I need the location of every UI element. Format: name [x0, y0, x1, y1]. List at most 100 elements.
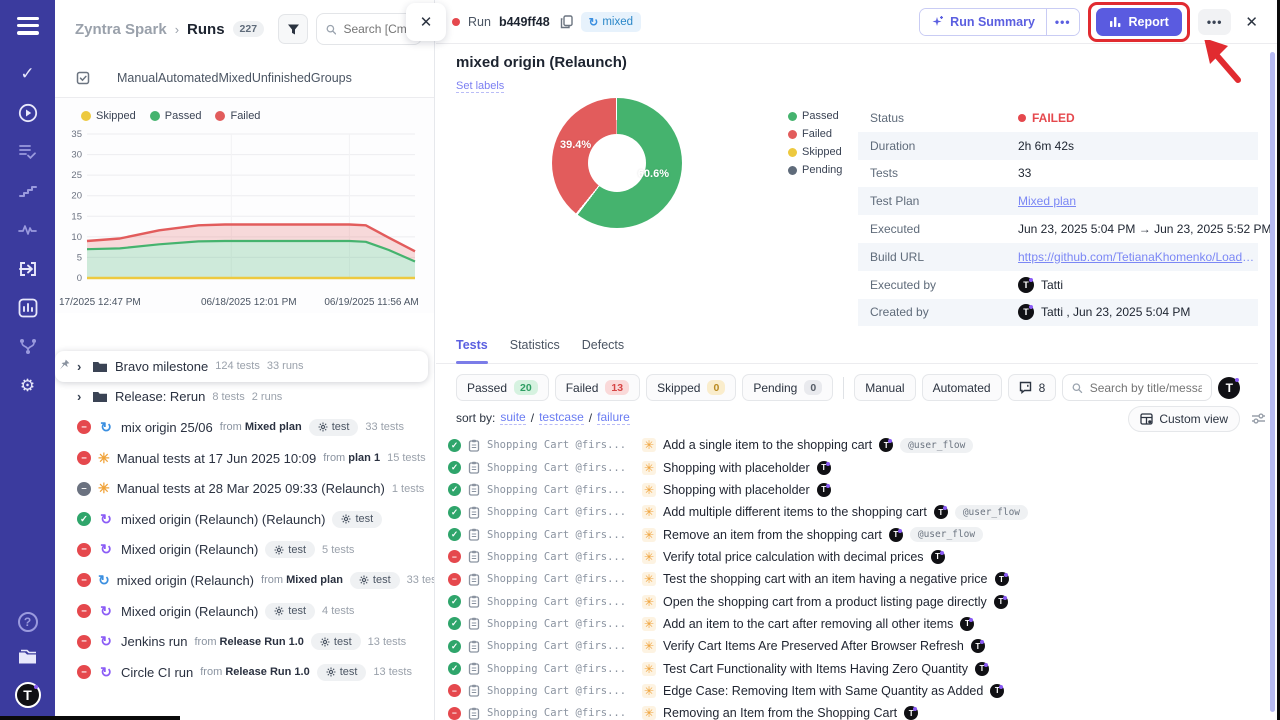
svg-text:20: 20 — [71, 191, 82, 202]
test-status-icon: − — [448, 684, 461, 697]
assignee-avatar[interactable]: T — [1218, 377, 1240, 399]
summary-more-icon[interactable]: ••• — [1046, 9, 1079, 35]
test-title: Test the shopping cart with an item havi… — [663, 572, 988, 586]
test-status-icon: − — [448, 707, 461, 720]
run-list-item[interactable]: › Bravo milestone 124 tests 33 runs — [55, 351, 428, 382]
menu-icon[interactable] — [17, 17, 39, 35]
steps-icon[interactable] — [16, 180, 40, 202]
sort-link-suite[interactable]: suite — [500, 410, 525, 425]
help-icon[interactable]: ? — [18, 612, 38, 632]
run-name: mixed origin (Relaunch) (Relaunch) — [121, 512, 325, 527]
chevron-right-icon[interactable]: › — [77, 389, 85, 404]
tests-search-input[interactable] — [1090, 381, 1203, 395]
view-settings-icon[interactable] — [1251, 412, 1266, 430]
test-row[interactable]: ✓ Shopping Cart @firs... ✳ Shopping with… — [448, 479, 1266, 501]
test-row[interactable]: ✓ Shopping Cart @firs... ✳ Add multiple … — [448, 501, 1266, 523]
run-list-item[interactable]: − ↻ Mixed origin (Relaunch) test 4 tests — [55, 596, 434, 627]
folder-icon[interactable] — [16, 646, 40, 668]
count-badge: 0 — [804, 380, 822, 395]
status-filter-chip[interactable]: Passed 20 — [456, 374, 549, 401]
tests-search[interactable] — [1062, 374, 1212, 401]
detail-tab[interactable]: Defects — [582, 338, 624, 354]
more-options-icon[interactable]: ••• — [1198, 9, 1232, 35]
set-labels-link[interactable]: Set labels — [456, 80, 504, 93]
runs-tab[interactable]: Manual — [117, 71, 158, 85]
legend-dot — [788, 130, 797, 139]
detail-row: Executed by T Tatti — [858, 271, 1258, 299]
status-filter-chip[interactable]: Skipped 0 — [646, 374, 736, 401]
select-all-icon[interactable] — [75, 70, 91, 86]
assignee-avatar: T — [990, 684, 1004, 698]
test-row[interactable]: ✓ Shopping Cart @firs... ✳ Open the shop… — [448, 590, 1266, 612]
run-state-badge[interactable]: ↻ mixed — [581, 12, 641, 32]
runs-tab[interactable]: Groups — [311, 71, 352, 85]
test-row[interactable]: − Shopping Cart @firs... ✳ Removing an I… — [448, 702, 1266, 720]
sign-in-icon[interactable] — [16, 258, 40, 280]
test-row[interactable]: − Shopping Cart @firs... ✳ Verify total … — [448, 546, 1266, 568]
run-status-icon: – — [77, 482, 91, 496]
play-circle-icon[interactable] — [16, 102, 40, 124]
scrollbar[interactable] — [1270, 52, 1275, 712]
run-list-item[interactable]: − ↻ mix origin 25/06 from Mixed plan tes… — [55, 412, 434, 443]
comments-filter-chip[interactable]: 8 — [1008, 374, 1057, 401]
list-check-icon[interactable] — [16, 141, 40, 163]
run-list-item[interactable]: ✓ ↻ mixed origin (Relaunch) (Relaunch) t… — [55, 504, 434, 535]
run-list-item[interactable]: – ✳ Manual tests at 28 Mar 2025 09:33 (R… — [55, 473, 434, 504]
test-status-icon: ✓ — [448, 506, 461, 519]
detail-row: Build URL https://github.com/TetianaKhom… — [858, 243, 1258, 271]
status-filter-chip[interactable]: Pending 0 — [742, 374, 833, 401]
check-icon[interactable]: ✓ — [16, 63, 40, 85]
custom-view-button[interactable]: Custom view — [1128, 406, 1240, 432]
test-chip: test — [309, 419, 359, 436]
report-button[interactable]: Report — [1096, 8, 1182, 36]
test-row[interactable]: − Shopping Cart @firs... ✳ Test the shop… — [448, 568, 1266, 590]
bar-chart-icon[interactable] — [16, 297, 40, 319]
funnel-icon — [287, 23, 300, 36]
summary-button-group: Run Summary ••• — [919, 8, 1079, 36]
run-list-item[interactable]: − ↻ mixed origin (Relaunch) from Mixed p… — [55, 565, 434, 596]
run-summary-button[interactable]: Run Summary — [920, 9, 1046, 35]
detail-tab[interactable]: Statistics — [510, 338, 560, 354]
test-row[interactable]: − Shopping Cart @firs... ✳ Edge Case: Re… — [448, 680, 1266, 702]
legend-item: Passed — [788, 110, 842, 122]
test-row[interactable]: ✓ Shopping Cart @firs... ✳ Add a single … — [448, 434, 1266, 456]
status-filter-chip[interactable]: Failed 13 — [555, 374, 640, 401]
filter-button[interactable] — [278, 14, 308, 44]
test-row[interactable]: ✓ Shopping Cart @firs... ✳ Add an item t… — [448, 613, 1266, 635]
run-list-item[interactable]: − ↻ Circle CI run from Release Run 1.0 t… — [55, 657, 434, 688]
sort-link-testcase[interactable]: testcase — [539, 410, 584, 425]
sort-row: sort by: suite/ testcase/ failure — [456, 410, 630, 425]
close-icon[interactable]: ✕ — [406, 3, 446, 41]
copy-icon[interactable] — [560, 15, 573, 29]
pulse-icon[interactable] — [16, 219, 40, 241]
gear-icon[interactable]: ⚙ — [16, 375, 40, 397]
test-chip: test — [332, 511, 382, 528]
pin-icon — [59, 359, 70, 373]
detail-link[interactable]: Mixed plan — [1018, 194, 1076, 208]
chevron-right-icon[interactable]: › — [77, 359, 85, 374]
test-status-icon: ✓ — [448, 595, 461, 608]
detail-link[interactable]: https://github.com/TetianaKhomenko/Load-… — [1018, 250, 1256, 264]
close-icon[interactable]: ✕ — [1239, 9, 1264, 35]
clipboard-icon — [468, 640, 480, 653]
test-row[interactable]: ✓ Shopping Cart @firs... ✳ Remove an ite… — [448, 523, 1266, 545]
run-list-item[interactable]: − ↻ Jenkins run from Release Run 1.0 tes… — [55, 626, 434, 657]
user-avatar[interactable]: T — [15, 682, 41, 708]
test-row[interactable]: ✓ Shopping Cart @firs... ✳ Shopping with… — [448, 456, 1266, 478]
detail-tab[interactable]: Tests — [456, 338, 488, 354]
run-list-item[interactable]: − ✳ Manual tests at 17 Jun 2025 10:09 fr… — [55, 443, 434, 474]
test-row[interactable]: ✓ Shopping Cart @firs... ✳ Verify Cart I… — [448, 635, 1266, 657]
runs-search-input[interactable] — [343, 22, 412, 36]
test-row[interactable]: ✓ Shopping Cart @firs... ✳ Test Cart Fun… — [448, 657, 1266, 679]
mode-filter-chip[interactable]: Automated — [922, 374, 1002, 401]
runs-tab[interactable]: Automated — [158, 71, 218, 85]
sort-link-failure[interactable]: failure — [597, 410, 630, 425]
run-list-item[interactable]: › Release: Rerun 8 tests 2 runs — [55, 382, 434, 413]
branch-icon[interactable] — [16, 336, 40, 358]
breadcrumb-app[interactable]: Zyntra Spark — [75, 21, 167, 38]
run-list-item[interactable]: − ↻ Mixed origin (Relaunch) test 5 tests — [55, 535, 434, 566]
user-avatar: T — [1018, 304, 1034, 320]
mode-filter-chip[interactable]: Manual — [854, 374, 915, 401]
runs-tab[interactable]: Unfinished — [252, 71, 311, 85]
runs-tab[interactable]: Mixed — [218, 71, 251, 85]
